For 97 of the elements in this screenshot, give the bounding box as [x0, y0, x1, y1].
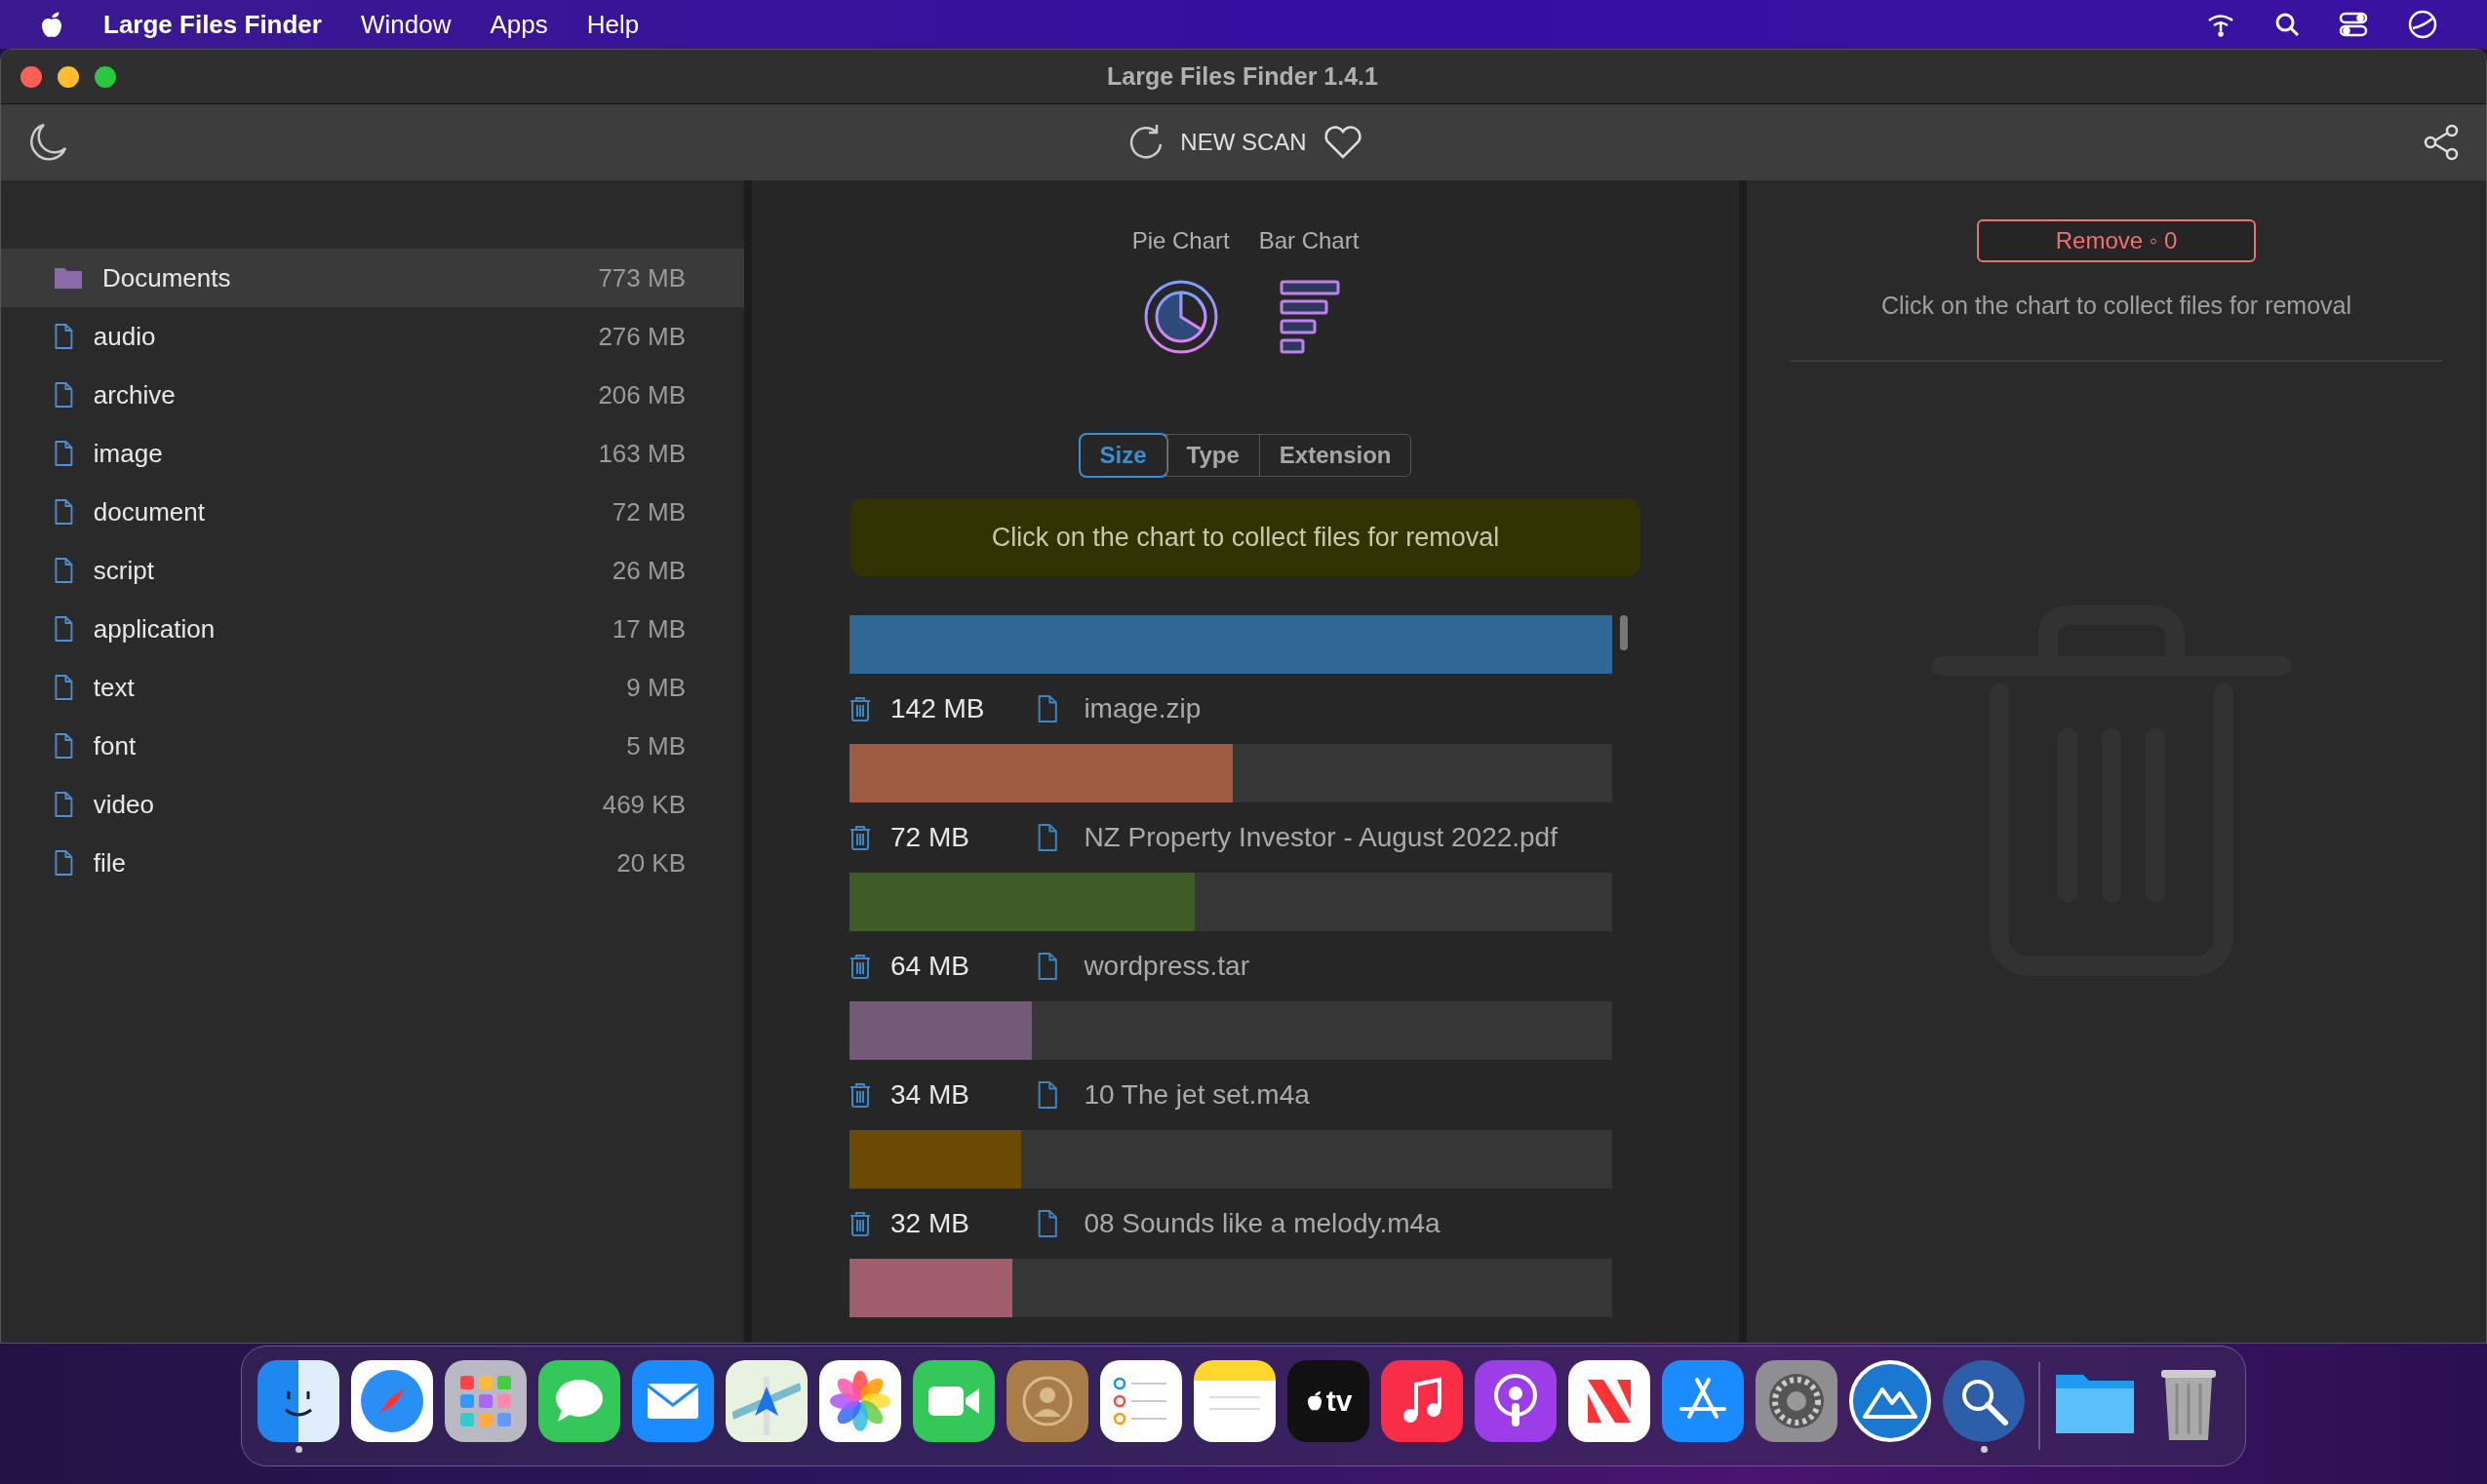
- wifi-alert-icon[interactable]: [2206, 12, 2235, 37]
- news-icon[interactable]: [1568, 1359, 1650, 1442]
- zoom-button[interactable]: [95, 65, 116, 88]
- flower-icon[interactable]: [819, 1359, 901, 1442]
- item-name: archive: [93, 378, 177, 411]
- file-icon: [54, 792, 74, 817]
- gear-icon[interactable]: [1756, 1359, 1837, 1442]
- item-size: 163 MB: [598, 437, 686, 470]
- item-name: Documents: [102, 261, 232, 294]
- app-grid-icon[interactable]: [445, 1359, 527, 1442]
- map-icon[interactable]: [726, 1359, 808, 1442]
- file-icon: [1037, 1081, 1059, 1109]
- app-store-icon[interactable]: [1662, 1359, 1744, 1442]
- item-name: file: [93, 846, 128, 879]
- heart-icon[interactable]: [1322, 124, 1363, 161]
- close-button[interactable]: [20, 65, 42, 88]
- item-name: document: [93, 495, 206, 528]
- trash-icon[interactable]: [849, 696, 871, 722]
- item-size: 276 MB: [598, 320, 686, 353]
- file-icon: [1037, 953, 1059, 980]
- item-size: 469 KB: [602, 788, 686, 821]
- podcast-icon[interactable]: [1475, 1359, 1557, 1442]
- share-icon[interactable]: [2422, 123, 2461, 162]
- toggles-icon[interactable]: [2339, 12, 2368, 37]
- item-name: font: [93, 729, 138, 762]
- file-icon: [54, 616, 74, 642]
- file-size: 64 MB: [890, 950, 970, 983]
- search-icon[interactable]: [2274, 12, 2300, 37]
- video-camera-icon[interactable]: [913, 1359, 995, 1442]
- file-size: 72 MB: [890, 821, 970, 854]
- file-name: NZ Property Investor - August 2022.pdf: [1084, 821, 1558, 854]
- item-name: script: [93, 554, 155, 587]
- file-name: 08 Sounds like a melody.m4a: [1084, 1207, 1441, 1240]
- window-title: Large Files Finder 1.4.1: [1107, 60, 1378, 92]
- tv-app-icon[interactable]: tv: [1287, 1359, 1369, 1442]
- item-size: 5 MB: [626, 729, 686, 762]
- file-name: wordpress.tar: [1084, 950, 1249, 983]
- item-size: 20 KB: [616, 846, 686, 879]
- folder-icon: [54, 266, 83, 290]
- item-size: 773 MB: [598, 261, 686, 294]
- info-banner: Click on the chart to collect files for removal: [850, 498, 1640, 576]
- file-name: image.zip: [1084, 692, 1202, 725]
- file-icon: [54, 675, 74, 700]
- person-icon[interactable]: [1007, 1359, 1088, 1442]
- file-icon: [54, 558, 74, 583]
- file-icon: [54, 850, 74, 876]
- trash-icon[interactable]: [849, 825, 871, 850]
- file-icon: [54, 733, 74, 759]
- bar-chart-icon: [1278, 278, 1340, 356]
- item-size: 26 MB: [612, 554, 686, 587]
- item-name: text: [93, 671, 136, 704]
- file-icon: [54, 441, 74, 466]
- chart-type-button[interactable]: Pie Chart: [1131, 223, 1230, 356]
- notepad-icon[interactable]: [1194, 1359, 1276, 1442]
- file-icon: [1037, 824, 1059, 851]
- file-icon: [54, 382, 74, 408]
- removal-hint: Click on the chart to collect files for removal: [1880, 291, 2352, 321]
- smiling-face-icon[interactable]: [257, 1359, 339, 1442]
- trash-icon[interactable]: [849, 1082, 871, 1108]
- trash-icon[interactable]: [849, 1211, 871, 1236]
- item-name: application: [93, 612, 217, 645]
- item-size: 206 MB: [598, 378, 686, 411]
- circle-swoosh-icon[interactable]: [2407, 9, 2438, 40]
- trash-icon[interactable]: [849, 954, 871, 979]
- envelope-icon[interactable]: [632, 1359, 714, 1442]
- item-size: 17 MB: [612, 612, 686, 645]
- remove-button[interactable]: Remove ◦ 0: [1977, 219, 2256, 262]
- minimize-button[interactable]: [58, 65, 79, 88]
- music-note-icon[interactable]: [1381, 1359, 1463, 1442]
- file-icon: [54, 499, 74, 525]
- file-icon: [1037, 695, 1059, 722]
- menu-item[interactable]: Help: [586, 5, 640, 44]
- file-size: 32 MB: [890, 1207, 970, 1240]
- scroll-thumb[interactable]: [1620, 615, 1628, 650]
- item-name: video: [93, 788, 155, 821]
- new-scan-button[interactable]: NEW SCAN: [1127, 123, 1307, 162]
- tab[interactable]: Type: [1165, 435, 1259, 476]
- file-size: 142 MB: [890, 692, 986, 725]
- file-size: 34 MB: [890, 1078, 970, 1112]
- tab[interactable]: Size: [1080, 435, 1166, 476]
- item-name: audio: [93, 320, 157, 353]
- app-menu[interactable]: Large Files Finder: [103, 5, 322, 44]
- tab[interactable]: Extension: [1258, 435, 1411, 476]
- apple-logo-icon[interactable]: [39, 10, 64, 39]
- file-icon: [1037, 1210, 1059, 1237]
- item-size: 9 MB: [626, 671, 686, 704]
- item-name: image: [93, 437, 164, 470]
- file-icon: [54, 324, 74, 349]
- checklist-icon[interactable]: [1100, 1359, 1182, 1442]
- compass-icon[interactable]: [351, 1359, 433, 1442]
- file-name: 10 The jet set.m4a: [1084, 1078, 1310, 1112]
- menu-item[interactable]: Window: [360, 5, 452, 44]
- sidebar-item[interactable]: Documents 773 MB: [1, 249, 744, 307]
- speech-bubble-icon[interactable]: [538, 1359, 620, 1442]
- chart-type-button[interactable]: Bar Chart: [1258, 223, 1360, 356]
- menu-item[interactable]: Apps: [490, 5, 548, 44]
- item-size: 72 MB: [612, 495, 686, 528]
